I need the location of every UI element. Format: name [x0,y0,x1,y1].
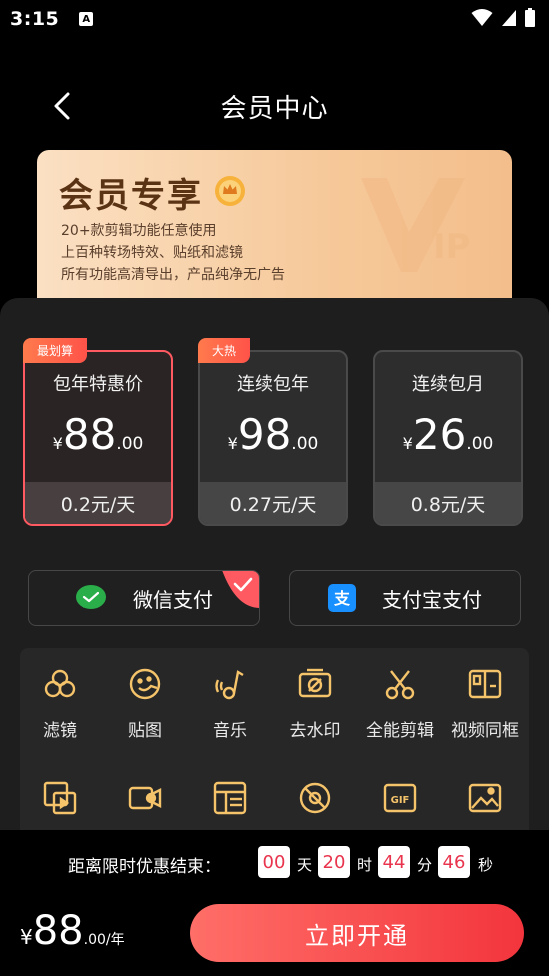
countdown-days-unit: 天 [297,856,313,874]
video-camera-icon [128,786,162,810]
svg-text:支: 支 [333,589,351,608]
total-price: ¥88.00/年 [20,908,125,954]
plan-name: 包年特惠价 [53,374,143,395]
feature-all-editing[interactable]: 全能剪辑 [360,666,440,741]
status-icons [471,8,535,27]
checkout-bar: 距离限时优惠结束： 00 天 20 时 44 分 46 秒 ¥88.00/年 立… [0,830,549,976]
sticker-icon [129,668,161,700]
feature-label: 滤镜 [43,721,77,741]
banner-line-3: 所有功能高清导出，产品纯净无广告 [61,267,285,283]
banner-line-1: 20+款剪辑功能任意使用 [61,223,217,239]
currency-symbol: ¥ [402,434,413,453]
page-title: 会员中心 [220,94,329,124]
plan-name: 连续包年 [237,374,309,395]
alipay-label: 支付宝支付 [382,587,482,612]
plan-per-day: 0.27元/天 [200,482,346,524]
plan-price: ¥98.00 [200,410,346,459]
feature-split-screen[interactable]: 视频同框 [445,666,525,741]
countdown-hours-unit: 时 [357,856,373,874]
svg-text:IP: IP [433,227,471,267]
subscribe-now-button[interactable]: 立即开通 [190,904,524,962]
plan-tag-hot: 大热 [198,338,251,363]
feature-gif[interactable]: GIF [360,780,440,816]
feature-label: 全能剪辑 [366,721,434,741]
nav-bar: 会员中心 [0,78,549,134]
layout-template-icon [213,781,247,815]
svg-text:GIF: GIF [391,795,410,806]
vip-banner: 会员专享 IP 20+款剪辑功能任意使用 上百种转场特效、贴纸和滤镜 所有功能高… [37,150,512,310]
countdown-seconds: 46 [438,846,470,878]
countdown-label: 距离限时优惠结束： [68,857,221,877]
plan-card-auto-yearly[interactable]: 连续包年 ¥98.00 0.27元/天 [198,350,348,526]
countdown-minutes-unit: 分 [417,856,433,874]
wechat-icon [76,585,106,609]
features-grid: 滤镜 贴图 音乐 去水印 全能剪辑 视频同框 GIF [20,648,529,848]
feature-remove-watermark[interactable]: 去水印 [275,666,355,741]
price-integer: 88 [62,410,117,459]
plan-price: ¥26.00 [375,410,521,459]
feature-picture-in-picture[interactable] [20,780,100,816]
feature-sticker[interactable]: 贴图 [105,666,185,741]
selected-check-icon [222,571,259,608]
crown-medal-icon [215,176,245,206]
remove-watermark-icon [298,668,332,698]
plan-name: 连续包月 [412,374,484,395]
feature-filter[interactable]: 滤镜 [20,666,100,741]
total-price-suffix: .00/年 [83,932,125,948]
feature-image[interactable] [445,780,525,816]
plan-card-auto-monthly[interactable]: 连续包月 ¥26.00 0.8元/天 [373,350,523,526]
scissors-icon [385,670,415,700]
price-integer: 98 [237,410,292,459]
feature-no-ads[interactable] [275,780,355,816]
plan-tag-best-value: 最划算 [23,338,88,363]
wechat-pay-option[interactable]: 微信支付 [28,570,260,626]
music-icon [215,670,244,700]
filter-icon [44,669,76,698]
countdown-minutes: 44 [378,846,410,878]
currency-symbol: ¥ [52,434,63,453]
price-decimal: .00 [291,434,319,454]
gif-icon: GIF [383,783,417,813]
no-ads-icon [299,782,331,814]
plan-per-day: 0.2元/天 [25,482,171,524]
picture-in-picture-icon [43,781,77,815]
notification-a-icon: A [79,12,94,26]
status-time: 3:15 [10,8,60,30]
feature-label: 去水印 [289,721,341,741]
image-icon [468,783,502,813]
vip-watermark-icon: IP [361,178,471,272]
banner-line-2: 上百种转场特效、贴纸和滤镜 [61,245,243,261]
alipay-option[interactable]: 支 支付宝支付 [289,570,521,626]
price-integer: 26 [412,410,467,459]
plan-price: ¥88.00 [25,410,171,459]
banner-title: 会员专享 [59,176,203,216]
currency-symbol: ¥ [227,434,238,453]
price-decimal: .00 [116,434,144,454]
status-bar: 3:15 A [0,0,549,38]
countdown-hours: 20 [318,846,350,878]
split-screen-icon [468,669,502,699]
wifi-icon [471,8,493,26]
wechat-pay-label: 微信支付 [133,587,213,612]
price-decimal: .00 [466,434,494,454]
feature-template[interactable] [190,780,270,816]
feature-label: 音乐 [213,721,247,741]
total-price-integer: 88 [32,908,84,954]
plan-per-day: 0.8元/天 [375,482,521,524]
feature-video-record[interactable] [105,780,185,816]
alipay-icon: 支 [328,584,356,612]
currency-symbol: ¥ [20,925,33,949]
signal-icon [502,9,516,26]
countdown-seconds-unit: 秒 [478,856,494,874]
battery-icon [525,8,535,27]
feature-music[interactable]: 音乐 [190,666,270,741]
countdown-days: 00 [258,846,290,878]
feature-label: 视频同框 [451,721,519,741]
feature-label: 贴图 [128,721,162,741]
plan-card-yearly-special[interactable]: 包年特惠价 ¥88.00 0.2元/天 [23,350,173,526]
